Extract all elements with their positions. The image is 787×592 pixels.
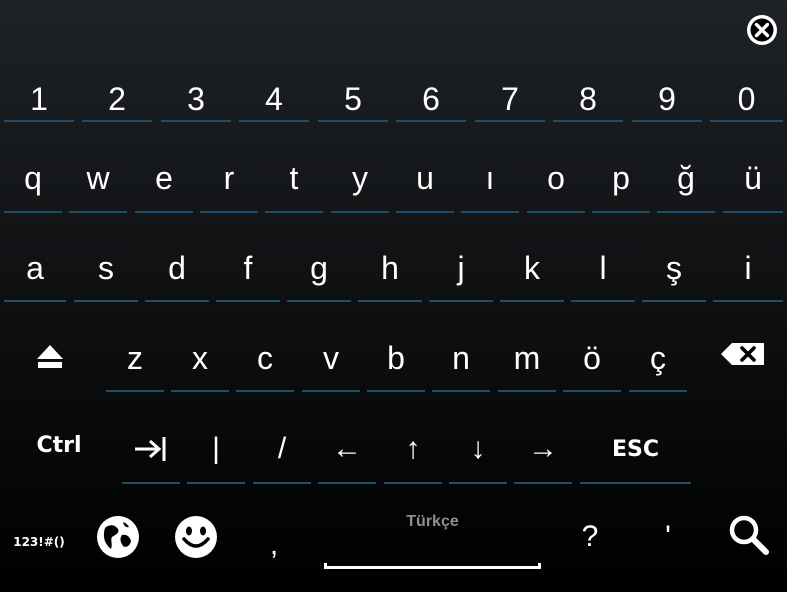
key-t[interactable]: t	[265, 144, 323, 213]
key-q[interactable]: q	[4, 144, 62, 213]
shift-key[interactable]	[4, 324, 96, 392]
arrow-right-key[interactable]: →	[514, 414, 572, 484]
space-bar[interactable]: Türkçe	[324, 505, 541, 569]
ctrl-key[interactable]: Ctrl	[4, 414, 114, 476]
key-d[interactable]: d	[145, 234, 209, 302]
key-y[interactable]: y	[331, 144, 389, 213]
key-4[interactable]: 4	[239, 76, 309, 122]
key-i[interactable]: i	[713, 234, 783, 302]
key-l[interactable]: l	[571, 234, 635, 302]
key-e[interactable]: e	[135, 144, 193, 213]
search-key[interactable]	[718, 508, 780, 562]
key-9[interactable]: 9	[632, 76, 702, 122]
key-5[interactable]: 5	[318, 76, 388, 122]
key-2[interactable]: 2	[82, 76, 152, 122]
key-c[interactable]: c	[236, 324, 294, 392]
backspace-icon	[721, 343, 764, 365]
shift-icon	[37, 345, 63, 368]
key-3[interactable]: 3	[161, 76, 231, 122]
language-key[interactable]	[86, 512, 150, 562]
emoji-key[interactable]	[164, 512, 228, 562]
search-icon	[729, 515, 769, 555]
key-g-breve[interactable]: ğ	[657, 144, 715, 213]
key-n[interactable]: n	[432, 324, 490, 392]
key-a[interactable]: a	[4, 234, 66, 302]
key-dotless-i[interactable]: ı	[461, 144, 519, 213]
key-o-umlaut[interactable]: ö	[563, 324, 621, 392]
esc-key[interactable]: ESC	[580, 414, 691, 484]
apostrophe-key[interactable]: '	[640, 510, 696, 564]
key-s-cedilla[interactable]: ş	[642, 234, 706, 302]
arrow-down-key[interactable]: ↓	[449, 414, 507, 484]
key-6[interactable]: 6	[396, 76, 466, 122]
key-h[interactable]: h	[358, 234, 422, 302]
key-w[interactable]: w	[69, 144, 127, 213]
key-f[interactable]: f	[216, 234, 280, 302]
key-o[interactable]: o	[527, 144, 585, 213]
close-circle-icon	[747, 15, 777, 45]
key-v[interactable]: v	[302, 324, 360, 392]
key-1[interactable]: 1	[4, 76, 74, 122]
tab-key[interactable]	[122, 414, 180, 484]
close-keyboard-button[interactable]	[745, 13, 779, 47]
key-k[interactable]: k	[500, 234, 564, 302]
arrow-left-key[interactable]: ←	[318, 414, 376, 484]
key-m[interactable]: m	[498, 324, 556, 392]
key-b[interactable]: b	[367, 324, 425, 392]
key-r[interactable]: r	[200, 144, 258, 213]
key-0[interactable]: 0	[710, 76, 783, 122]
key-c-cedilla[interactable]: ç	[629, 324, 687, 392]
slash-key[interactable]: /	[253, 414, 311, 484]
key-8[interactable]: 8	[553, 76, 623, 122]
symbols-key[interactable]: 123!#()	[4, 515, 74, 569]
key-p[interactable]: p	[592, 144, 650, 213]
comma-key[interactable]: ,	[246, 520, 302, 570]
key-x[interactable]: x	[171, 324, 229, 392]
key-u[interactable]: u	[396, 144, 454, 213]
arrow-up-key[interactable]: ↑	[384, 414, 442, 484]
key-s[interactable]: s	[74, 234, 138, 302]
key-j[interactable]: j	[429, 234, 493, 302]
question-key[interactable]: ?	[562, 510, 618, 564]
key-u-umlaut[interactable]: ü	[723, 144, 783, 213]
language-label: Türkçe	[406, 513, 459, 530]
pipe-key[interactable]: |	[187, 414, 245, 484]
backspace-key[interactable]	[700, 324, 786, 384]
key-7[interactable]: 7	[475, 76, 545, 122]
globe-icon	[97, 516, 139, 558]
emoji-icon	[175, 516, 217, 558]
tab-icon	[135, 437, 166, 461]
key-g[interactable]: g	[287, 234, 351, 302]
key-z[interactable]: z	[106, 324, 164, 392]
